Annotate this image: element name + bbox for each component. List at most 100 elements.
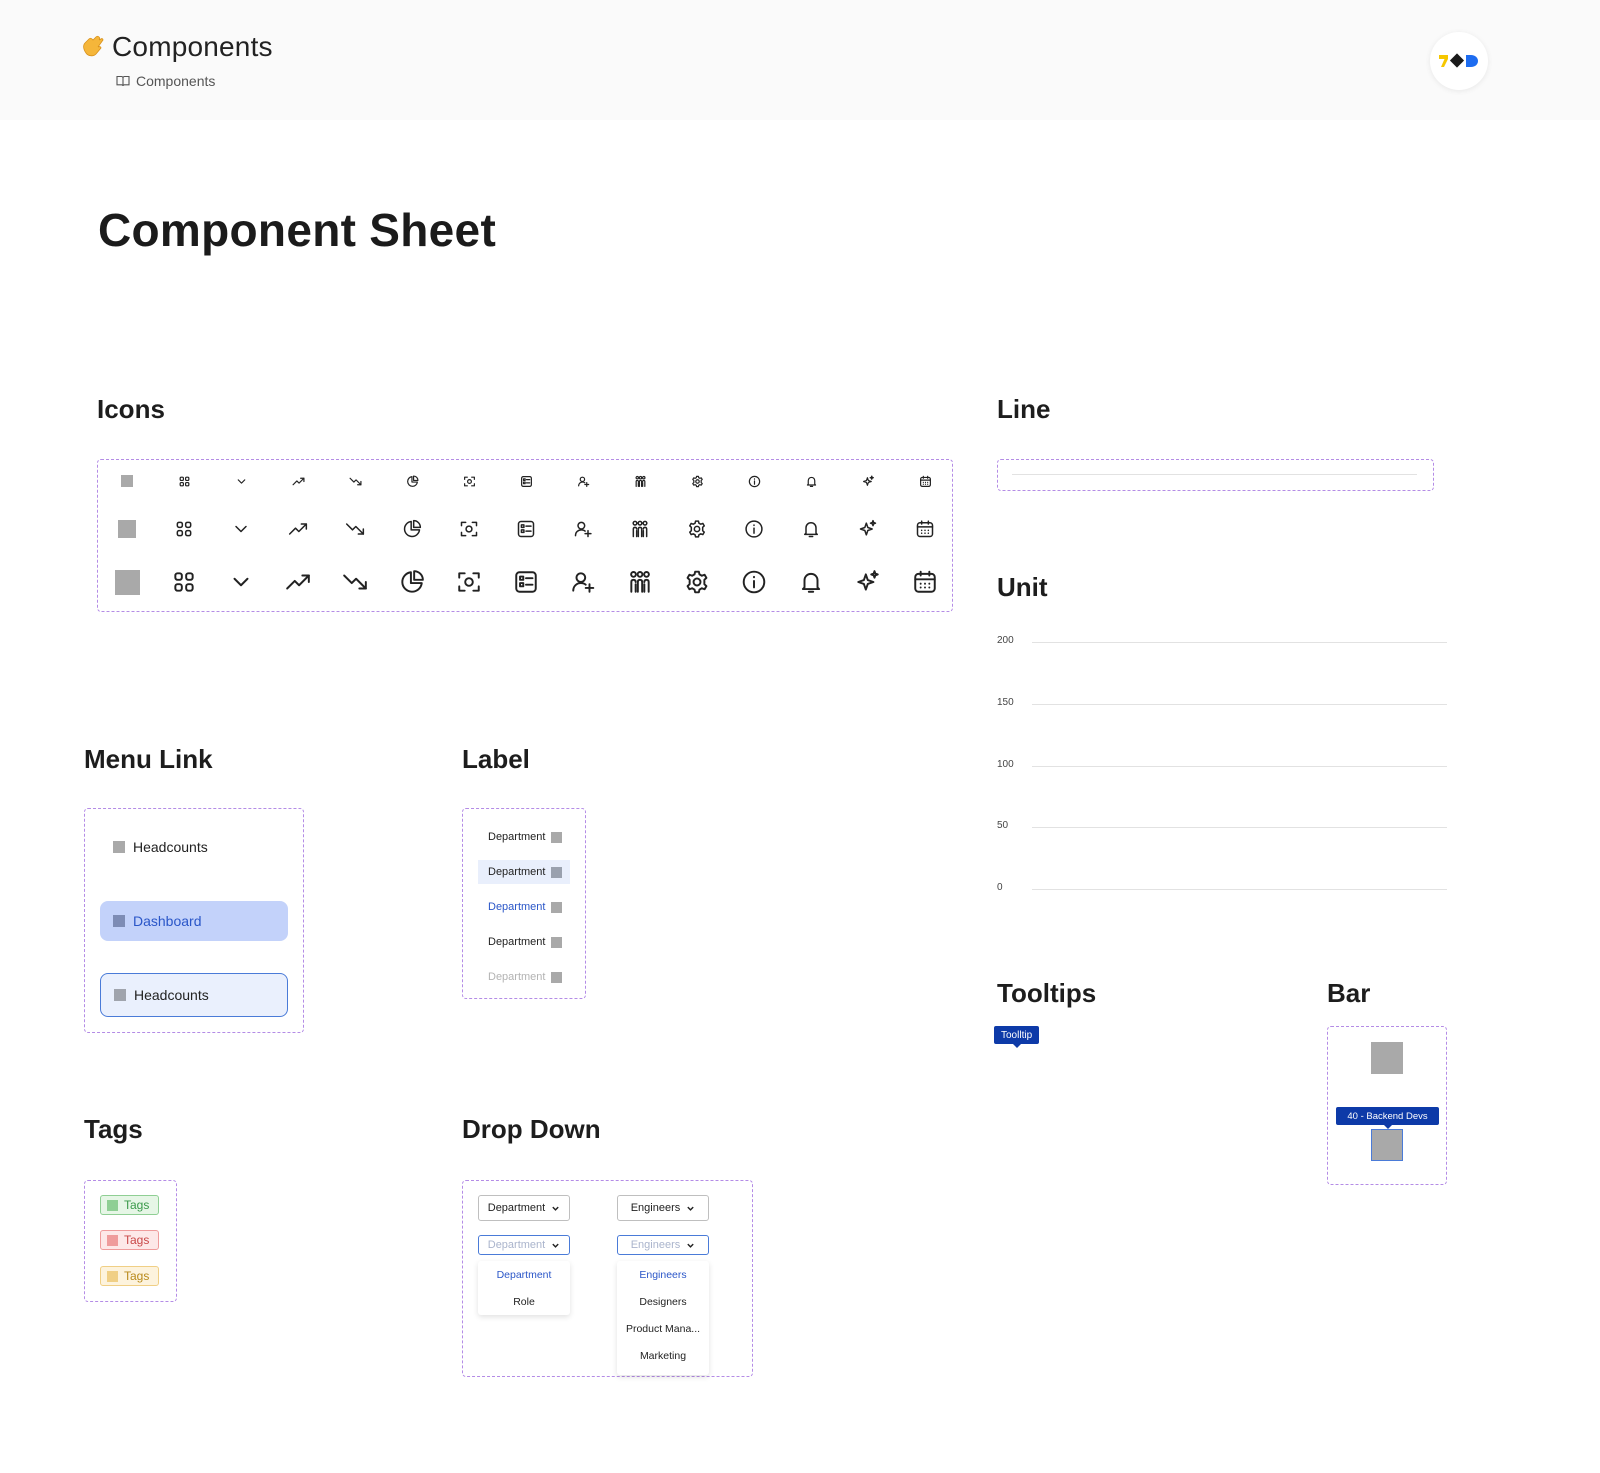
calendar-icon [909, 513, 941, 545]
menu-placeholder-icon [114, 989, 126, 1001]
label-disabled: Department [478, 966, 570, 988]
bar-heading: Bar [1327, 978, 1371, 1008]
bell-icon [795, 465, 827, 497]
team-icon [624, 513, 656, 545]
label-placeholder-icon [551, 831, 563, 843]
department-dropdown-open[interactable]: Department [478, 1235, 570, 1255]
department-dropdown-menu: Department Role [478, 1261, 570, 1315]
bar-tooltip: 40 - Backend Devs [1336, 1107, 1439, 1129]
tags-heading: Tags [84, 1114, 143, 1144]
icons-panel [97, 459, 953, 612]
unit-tick-label: 0 [997, 882, 1003, 893]
line-panel [997, 459, 1434, 491]
trend-down-icon [339, 566, 371, 598]
trend-down-icon [339, 513, 371, 545]
dropdown-value: Department [487, 1239, 546, 1251]
gear-icon [681, 513, 713, 545]
label-text: Department [488, 901, 546, 913]
label-placeholder-icon [551, 901, 563, 913]
calendar-icon [909, 465, 941, 497]
info-icon [738, 513, 770, 545]
label-hover[interactable]: Department [478, 860, 570, 884]
label-placeholder-icon [551, 936, 563, 948]
drop-down-heading: Drop Down [462, 1114, 601, 1144]
menu-link-headcounts-outlined[interactable]: Headcounts [100, 973, 288, 1017]
sparkle-icon [852, 465, 884, 497]
line-heading: Line [997, 394, 1051, 424]
team-icon [624, 566, 656, 598]
unit-gridline [1032, 889, 1447, 890]
unit-gridline [1032, 642, 1447, 643]
book-icon [116, 75, 130, 87]
label-text: Department [488, 971, 546, 983]
tag-label: Tags [124, 1233, 150, 1247]
trend-down-icon [339, 465, 371, 497]
chevron-down-icon [552, 1206, 559, 1211]
chevron-down-icon [225, 566, 257, 598]
label-default-2[interactable]: Department [478, 931, 570, 953]
unit-gridline [1032, 827, 1447, 829]
grid-icon [168, 566, 200, 598]
brand-logo-avatar[interactable] [1430, 32, 1488, 90]
pie-chart-icon [396, 465, 428, 497]
dropdown-option[interactable]: Marketing [617, 1350, 709, 1362]
tag-label: Tags [124, 1198, 150, 1212]
pie-chart-icon [396, 566, 428, 598]
calendar-icon [909, 566, 941, 598]
label-placeholder-icon [551, 866, 563, 878]
dropdown-value: Department [487, 1202, 546, 1214]
icons-heading: Icons [97, 394, 165, 424]
user-add-icon [567, 566, 599, 598]
info-icon [738, 566, 770, 598]
dropdown-value: Engineers [630, 1202, 681, 1214]
breadcrumb[interactable]: Components [116, 73, 215, 89]
bar-block-hovered[interactable] [1371, 1129, 1403, 1161]
grid-icon [168, 513, 200, 545]
pie-chart-icon [396, 513, 428, 545]
department-dropdown[interactable]: Department [478, 1195, 570, 1221]
menu-link-heading: Menu Link [84, 744, 213, 774]
list-card-icon [510, 513, 542, 545]
dropdown-option[interactable]: Department [478, 1269, 570, 1281]
chevron-down-icon [225, 465, 257, 497]
dropdown-option[interactable]: Engineers [617, 1269, 709, 1281]
engineers-dropdown[interactable]: Engineers [617, 1195, 709, 1221]
label-default[interactable]: Department [478, 826, 570, 848]
user-add-icon [567, 513, 599, 545]
label-selected[interactable]: Department [478, 896, 570, 918]
menu-placeholder-icon [113, 915, 125, 927]
header-title: Components [112, 31, 273, 62]
sparkle-icon [852, 566, 884, 598]
gear-icon [681, 465, 713, 497]
tag-placeholder-icon [107, 1199, 118, 1211]
menu-link-label: Headcounts [134, 987, 209, 1003]
bar-block[interactable] [1371, 1042, 1403, 1074]
square-icon [111, 465, 143, 497]
engineers-dropdown-open[interactable]: Engineers [617, 1235, 709, 1255]
focus-icon [453, 465, 485, 497]
list-card-icon [510, 465, 542, 497]
unit-tick-label: 100 [997, 758, 1014, 770]
brand-logo-icon [1439, 53, 1478, 68]
focus-icon [453, 513, 485, 545]
page-title: Component Sheet [98, 204, 497, 256]
tag-yellow[interactable]: Tags [100, 1266, 159, 1286]
dropdown-option[interactable]: Role [478, 1296, 570, 1308]
sparkle-icon [852, 513, 884, 545]
dropdown-option[interactable]: Product Mana... [617, 1323, 709, 1335]
divider-line [1012, 474, 1417, 475]
gear-icon [681, 566, 713, 598]
menu-link-headcounts[interactable]: Headcounts [100, 828, 288, 866]
bell-icon [795, 566, 827, 598]
chevron-down-icon [225, 513, 257, 545]
dropdown-option[interactable]: Designers [617, 1296, 709, 1308]
unit-tick-label: 200 [997, 635, 1014, 646]
chevron-down-icon [552, 1243, 559, 1248]
user-add-icon [567, 465, 599, 497]
square-icon [111, 566, 143, 598]
square-icon [111, 513, 143, 545]
placeholder-square-icon [114, 569, 140, 595]
menu-link-dashboard-active[interactable]: Dashboard [100, 901, 288, 941]
tag-red[interactable]: Tags [100, 1230, 159, 1250]
tag-green[interactable]: Tags [100, 1195, 159, 1215]
